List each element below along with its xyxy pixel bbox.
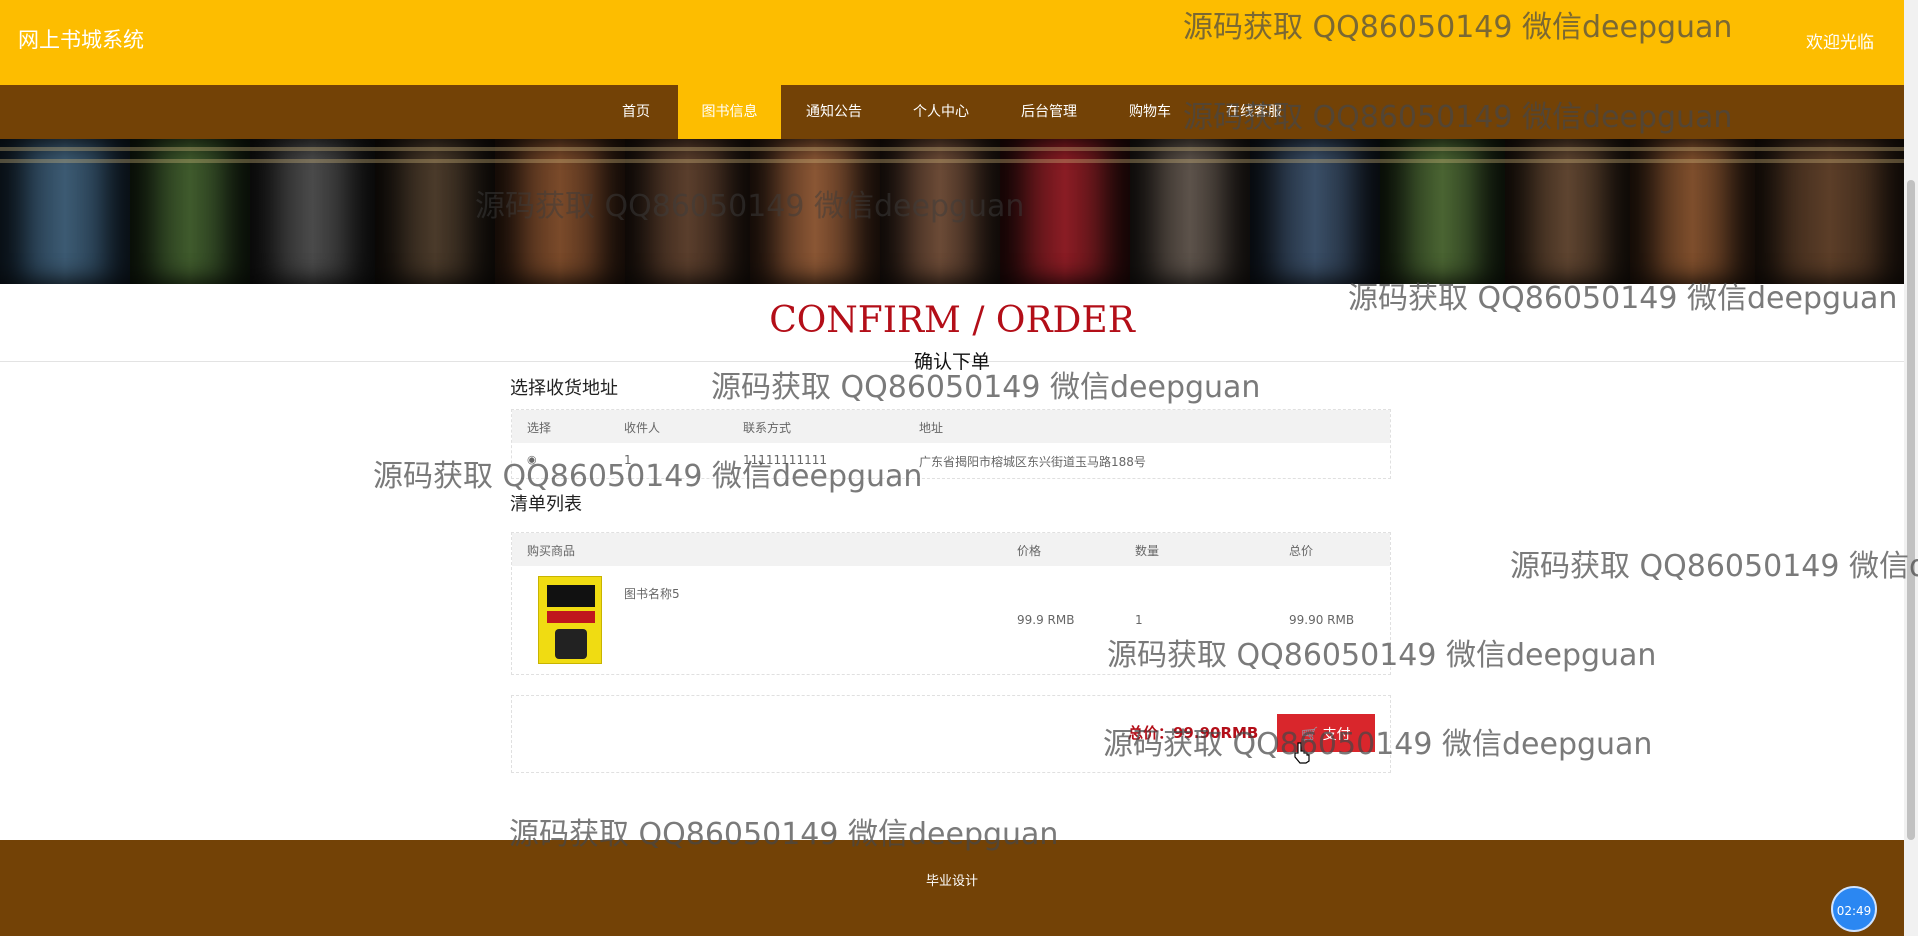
col-quantity: 数量 (1135, 544, 1160, 558)
watermark: 源码获取 QQ86050149 微信deepguan (373, 459, 923, 494)
footer-text: 毕业设计 (925, 874, 978, 889)
col-select: 选择 (527, 421, 552, 435)
col-price: 价格 (1017, 544, 1042, 558)
col-product: 购买商品 (527, 544, 576, 558)
welcome-text: 欢迎光临 (1806, 33, 1874, 53)
watermark: 源码获取 QQ86050149 微信deepguan (1510, 549, 1918, 584)
watermark: 源码获取 QQ86050149 微信deepguan (1183, 10, 1733, 45)
nav-item-cart[interactable]: 购物车 (1122, 85, 1178, 139)
watermark: 源码获取 QQ86050149 微信deepguan (1107, 638, 1657, 673)
site-brand[interactable]: 网上书城系统 (18, 24, 144, 54)
watermark: 源码获取 QQ86050149 微信deepguan (509, 817, 1059, 852)
book-cover-image[interactable] (538, 576, 602, 664)
nav-item-notices[interactable]: 通知公告 (795, 85, 873, 139)
scrollbar-thumb[interactable] (1907, 180, 1915, 840)
nav-item-books[interactable]: 图书信息 (678, 85, 781, 139)
watermark: 源码获取 QQ86050149 微信deepguan (1103, 727, 1653, 762)
recipient-address: 广东省揭阳市榕城区东兴街道玉马路188号 (919, 455, 1146, 469)
book-subtotal: 99.90 RMB (1289, 613, 1355, 627)
watermark: 源码获取 QQ86050149 微信deepguan (1183, 100, 1733, 135)
col-recipient: 收件人 (624, 421, 661, 435)
book-price: 99.9 RMB (1017, 613, 1075, 627)
book-name[interactable]: 图书名称5 (624, 585, 680, 602)
nav-item-profile[interactable]: 个人中心 (905, 85, 977, 139)
watermark: 源码获取 QQ86050149 微信deepguan (711, 370, 1261, 405)
address-table-header: 选择 收件人 联系方式 地址 (512, 410, 1390, 443)
cart-table-header: 购买商品 价格 数量 总价 (512, 533, 1390, 566)
book-quantity: 1 (1135, 613, 1143, 627)
col-phone: 联系方式 (743, 421, 792, 435)
nav-item-home[interactable]: 首页 (612, 85, 660, 139)
clock-badge[interactable]: 02:49 (1831, 886, 1877, 932)
address-section-label: 选择收货地址 (510, 378, 618, 399)
nav-item-admin[interactable]: 后台管理 (1013, 85, 1085, 139)
watermark: 源码获取 QQ86050149 微信deepguan (1348, 281, 1898, 316)
watermark: 源码获取 QQ86050149 微信deepguan (475, 189, 1025, 224)
col-address: 地址 (919, 421, 944, 435)
col-subtotal: 总价 (1289, 544, 1314, 558)
